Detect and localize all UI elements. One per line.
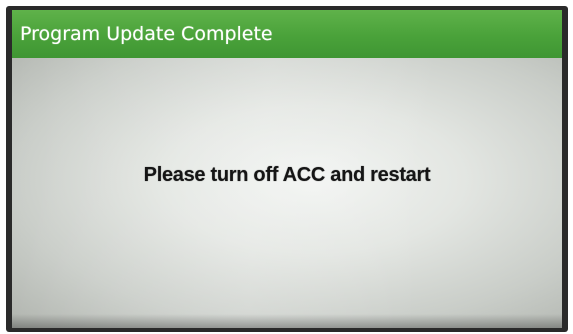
message-panel: Please turn off ACC and restart: [12, 58, 562, 328]
screen-glare: [12, 58, 562, 328]
title-bar: Program Update Complete: [12, 10, 562, 58]
dialog-title: Program Update Complete: [20, 23, 273, 45]
display-screen: Program Update Complete Please turn off …: [6, 6, 568, 332]
bottom-edge-shadow: [12, 314, 562, 328]
status-message: Please turn off ACC and restart: [143, 164, 431, 186]
